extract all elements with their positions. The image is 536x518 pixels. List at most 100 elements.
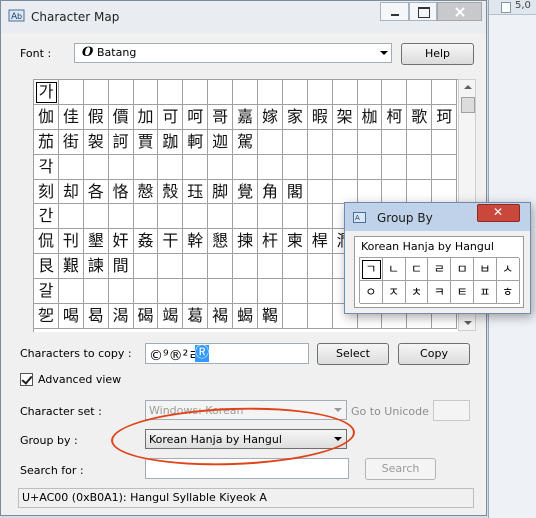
character-cell[interactable]: 竭 bbox=[158, 304, 184, 329]
character-cell[interactable]: 訶 bbox=[108, 129, 134, 155]
character-cell[interactable] bbox=[307, 279, 333, 305]
character-cell[interactable] bbox=[133, 279, 159, 305]
character-cell[interactable] bbox=[233, 154, 259, 180]
copy-button[interactable]: Copy bbox=[398, 343, 470, 365]
character-cell[interactable] bbox=[133, 154, 159, 180]
character-cell[interactable] bbox=[282, 304, 308, 329]
character-cell[interactable]: 侃 bbox=[34, 229, 59, 255]
character-cell[interactable] bbox=[83, 154, 109, 180]
character-cell[interactable] bbox=[357, 129, 383, 155]
character-cell[interactable] bbox=[183, 154, 209, 180]
character-cell[interactable] bbox=[407, 80, 433, 105]
character-cell[interactable]: 脚 bbox=[208, 179, 234, 205]
character-cell[interactable] bbox=[83, 80, 109, 105]
character-cell[interactable] bbox=[307, 179, 333, 205]
character-cell[interactable]: 價 bbox=[108, 104, 134, 130]
character-cell[interactable] bbox=[158, 279, 184, 305]
character-cell[interactable]: 艮 bbox=[34, 254, 59, 280]
character-cell[interactable]: 葛 bbox=[183, 304, 209, 329]
hangul-group-cell[interactable]: ㅊ bbox=[405, 280, 429, 304]
character-cell[interactable]: 각 bbox=[34, 154, 59, 180]
character-cell[interactable] bbox=[407, 154, 433, 180]
maximize-button[interactable] bbox=[409, 2, 437, 21]
hangul-group-cell[interactable]: ㅅ bbox=[496, 258, 520, 281]
character-cell[interactable]: 架 bbox=[332, 104, 358, 130]
character-cell[interactable] bbox=[382, 80, 408, 105]
character-cell[interactable] bbox=[357, 80, 383, 105]
character-cell[interactable] bbox=[158, 154, 184, 180]
character-cell[interactable] bbox=[183, 279, 209, 305]
character-cell[interactable]: 伽 bbox=[34, 104, 59, 130]
character-cell[interactable]: 乫 bbox=[34, 304, 59, 329]
font-dropdown[interactable]: O Batang bbox=[74, 43, 392, 63]
character-cell[interactable]: 墾 bbox=[83, 229, 109, 255]
character-cell[interactable]: 歌 bbox=[407, 104, 433, 130]
character-cell[interactable] bbox=[158, 80, 184, 105]
character-cell[interactable]: 暇 bbox=[307, 104, 333, 130]
character-cell[interactable]: 가 bbox=[34, 80, 59, 105]
character-cell[interactable] bbox=[258, 254, 283, 280]
character-cell[interactable]: 刻 bbox=[34, 179, 59, 205]
character-cell[interactable] bbox=[158, 204, 184, 230]
character-cell[interactable] bbox=[432, 179, 458, 205]
character-cell[interactable] bbox=[258, 154, 283, 180]
character-cell[interactable]: 加 bbox=[133, 104, 159, 130]
character-cell[interactable] bbox=[233, 204, 259, 230]
character-cell[interactable]: 角 bbox=[258, 179, 283, 205]
character-cell[interactable]: 柬 bbox=[282, 229, 308, 255]
scroll-up-icon[interactable] bbox=[464, 85, 472, 89]
character-cell[interactable]: 各 bbox=[83, 179, 109, 205]
character-cell[interactable]: 駕 bbox=[233, 129, 259, 155]
character-cell[interactable] bbox=[233, 80, 259, 105]
character-cell[interactable]: 揀 bbox=[233, 229, 259, 255]
character-cell[interactable] bbox=[158, 254, 184, 280]
character-cell[interactable] bbox=[382, 129, 408, 155]
character-cell[interactable]: 桿 bbox=[307, 229, 333, 255]
character-cell[interactable] bbox=[332, 154, 358, 180]
character-cell[interactable] bbox=[133, 80, 159, 105]
character-cell[interactable] bbox=[58, 204, 84, 230]
character-cell[interactable]: 假 bbox=[83, 104, 109, 130]
character-cell[interactable] bbox=[208, 279, 234, 305]
hangul-group-cell[interactable]: ㅋ bbox=[428, 280, 452, 304]
character-cell[interactable] bbox=[432, 80, 458, 105]
character-cell[interactable]: 刊 bbox=[58, 229, 84, 255]
character-cell[interactable]: 碣 bbox=[133, 304, 159, 329]
character-cell[interactable]: 干 bbox=[158, 229, 184, 255]
character-cell[interactable]: 嘉 bbox=[233, 104, 259, 130]
character-cell[interactable]: 褐 bbox=[208, 304, 234, 329]
hangul-group-grid[interactable]: ㄱㄴㄷㄹㅁㅂㅅㅇㅈㅊㅋㅌㅍㅎ bbox=[359, 257, 520, 304]
character-cell[interactable] bbox=[282, 154, 308, 180]
character-cell[interactable]: 柯 bbox=[382, 104, 408, 130]
characters-to-copy-input[interactable]: ©⁹®²ㄹ Ⓡ bbox=[145, 343, 309, 364]
select-button[interactable]: Select bbox=[317, 343, 389, 365]
character-cell[interactable]: 喝 bbox=[58, 304, 84, 329]
hangul-group-cell[interactable]: ㄷ bbox=[405, 258, 429, 281]
character-cell[interactable] bbox=[432, 129, 458, 155]
minimize-button[interactable] bbox=[380, 2, 409, 21]
character-cell[interactable] bbox=[233, 279, 259, 305]
character-cell[interactable]: 迦 bbox=[208, 129, 234, 155]
character-cell[interactable] bbox=[108, 80, 134, 105]
character-cell[interactable]: 艱 bbox=[58, 254, 84, 280]
character-cell[interactable] bbox=[208, 254, 234, 280]
character-cell[interactable] bbox=[183, 80, 209, 105]
character-cell[interactable] bbox=[282, 129, 308, 155]
character-cell[interactable]: 姦 bbox=[133, 229, 159, 255]
character-cell[interactable]: 간 bbox=[34, 204, 59, 230]
hangul-group-cell[interactable]: ㅁ bbox=[451, 258, 474, 281]
character-cell[interactable]: 渴 bbox=[108, 304, 134, 329]
character-cell[interactable] bbox=[183, 204, 209, 230]
character-cell[interactable] bbox=[407, 129, 433, 155]
character-cell[interactable]: 間 bbox=[108, 254, 134, 280]
character-cell[interactable] bbox=[307, 129, 333, 155]
character-cell[interactable] bbox=[108, 154, 134, 180]
character-cell[interactable] bbox=[282, 80, 308, 105]
character-cell[interactable] bbox=[407, 179, 433, 205]
character-cell[interactable]: 軻 bbox=[183, 129, 209, 155]
character-cell[interactable] bbox=[332, 129, 358, 155]
hangul-group-cell[interactable]: ㄱ bbox=[360, 258, 383, 281]
character-cell[interactable] bbox=[83, 279, 109, 305]
hangul-group-cell[interactable]: ㅌ bbox=[451, 280, 474, 304]
scroll-down-icon[interactable] bbox=[464, 321, 472, 325]
